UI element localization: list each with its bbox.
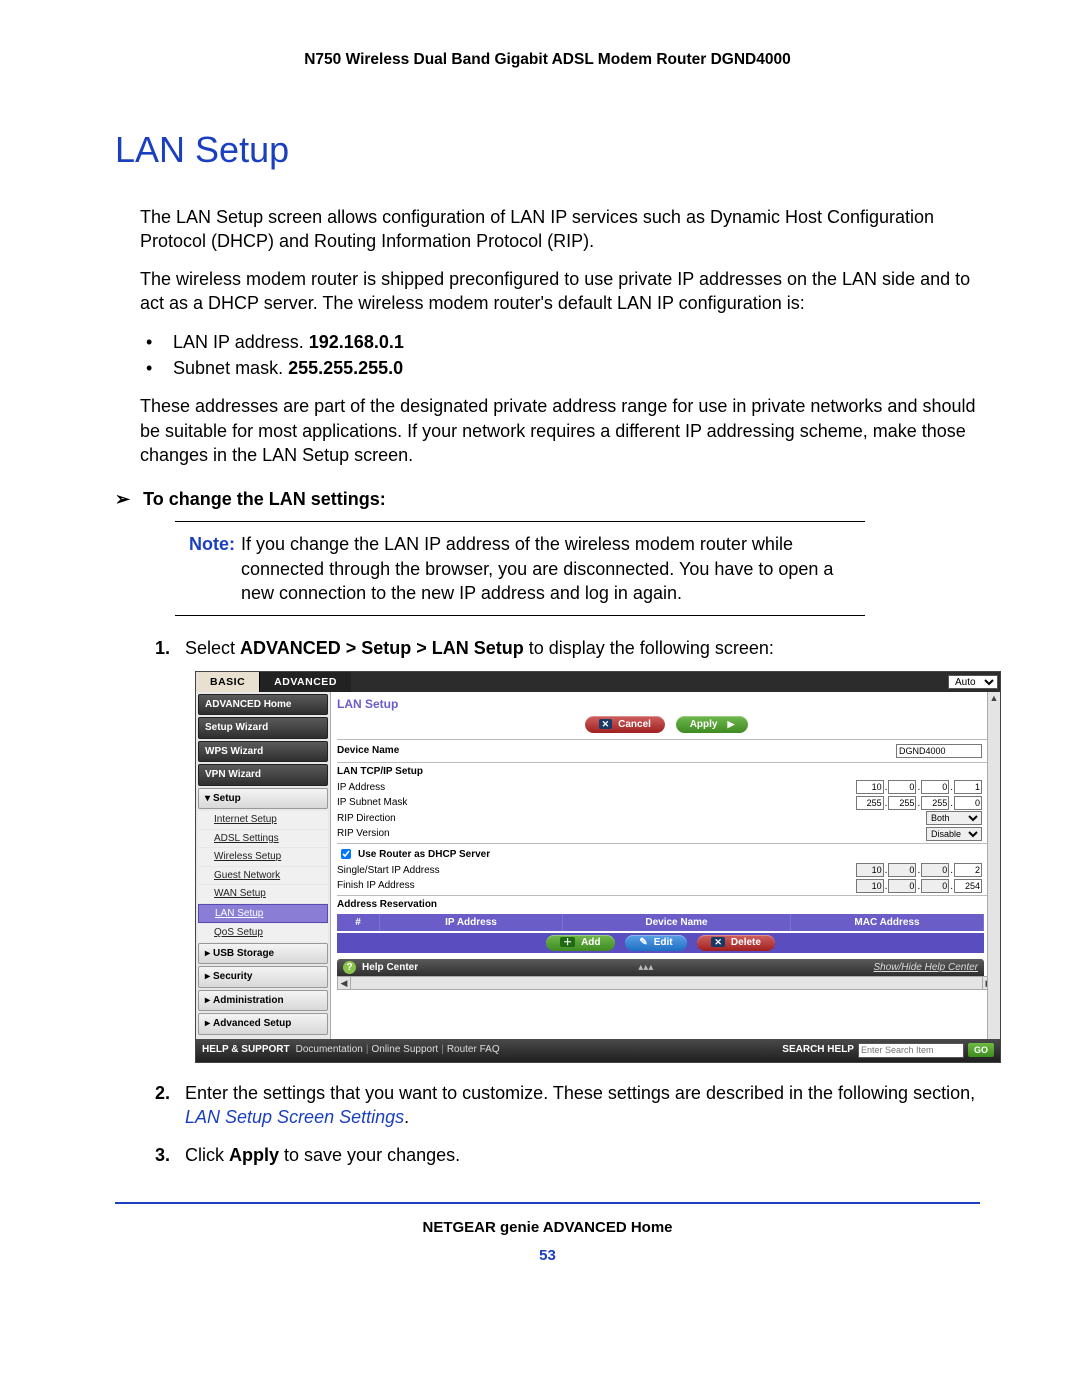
chevron-right-icon: ➢ (115, 489, 138, 509)
nav-path: ADVANCED > Setup > LAN Setup (240, 638, 524, 658)
ip-oct-4[interactable] (954, 780, 982, 794)
go-button[interactable]: GO (968, 1043, 994, 1057)
note-box: Note: If you change the LAN IP address o… (175, 521, 865, 616)
note-label: Note: (175, 532, 241, 605)
cross-ref-link[interactable]: LAN Setup Screen Settings (185, 1107, 404, 1127)
mask-oct-4[interactable] (954, 796, 982, 810)
page-footer: NETGEAR genie ADVANCED Home 53 (115, 1202, 980, 1267)
step-2: Enter the settings that you want to cust… (155, 1081, 980, 1130)
subnet-label: Subnet mask. (173, 358, 288, 378)
start-oct-3 (921, 863, 949, 877)
sb-vpn-wizard[interactable]: VPN Wizard (198, 764, 328, 786)
delete-button[interactable]: ✕Delete (697, 935, 775, 951)
device-name-label: Device Name (337, 744, 637, 758)
finish-ip-label: Finish IP Address (337, 879, 637, 893)
intro-para-3: These addresses are part of the designat… (140, 394, 980, 467)
reserv-table-header: # IP Address Device Name MAC Address (337, 914, 984, 932)
page-number: 53 (115, 1246, 980, 1266)
sb-advanced-home[interactable]: ADVANCED Home (198, 694, 328, 716)
sb-setup[interactable]: ▾Setup (198, 788, 328, 810)
step-1: Select ADVANCED > Setup > LAN Setup to d… (155, 636, 980, 1062)
sidebar: ADVANCED Home Setup Wizard WPS Wizard VP… (196, 692, 330, 1039)
finish-oct-3 (921, 879, 949, 893)
ip-oct-2[interactable] (888, 780, 916, 794)
start-oct-1 (856, 863, 884, 877)
sb-wan-setup[interactable]: WAN Setup (198, 885, 328, 903)
edit-button[interactable]: ✎Edit (625, 935, 686, 951)
help-center-bar[interactable]: ? Help Center ▴▴▴ Show/Hide Help Center (337, 959, 984, 977)
sb-wps-wizard[interactable]: WPS Wizard (198, 741, 328, 763)
doc-header: N750 Wireless Dual Band Gigabit ADSL Mod… (115, 50, 980, 71)
tab-basic[interactable]: BASIC (196, 672, 260, 692)
horizontal-scrollbar[interactable]: ◀▶ (337, 976, 996, 990)
language-select[interactable]: Auto (948, 675, 998, 689)
page-title: LAN Setup (115, 126, 980, 175)
sb-administration[interactable]: ▸Administration (198, 990, 328, 1012)
sb-internet-setup[interactable]: Internet Setup (198, 811, 328, 829)
default-list: • LAN IP address. 192.168.0.1 • Subnet m… (140, 330, 980, 381)
search-help-label: SEARCH HELP (782, 1043, 854, 1057)
step-3: Click Apply to save your changes. (155, 1143, 980, 1167)
help-icon: ? (343, 961, 356, 974)
task-heading: ➢ To change the LAN settings: (115, 487, 980, 511)
mask-oct-2[interactable] (888, 796, 916, 810)
finish-oct-2 (888, 879, 916, 893)
sb-setup-wizard[interactable]: Setup Wizard (198, 717, 328, 739)
main-panel: ▲ LAN Setup ✕Cancel Apply▶ Device Name (330, 692, 1000, 1039)
subnet-value: 255.255.255.0 (288, 358, 403, 378)
add-button[interactable]: ＋Add (546, 935, 614, 951)
lan-ip-label: LAN IP address. (173, 332, 309, 352)
sb-advanced-setup[interactable]: ▸Advanced Setup (198, 1013, 328, 1035)
intro-para-1: The LAN Setup screen allows configuratio… (140, 205, 980, 254)
sb-qos-setup[interactable]: QoS Setup (198, 924, 328, 942)
ip-address-label: IP Address (337, 781, 637, 795)
mask-oct-3[interactable] (921, 796, 949, 810)
panel-title: LAN Setup (337, 696, 996, 712)
dhcp-checkbox[interactable] (341, 849, 351, 859)
lan-tcpip-title: LAN TCP/IP Setup (337, 765, 996, 779)
ip-oct-1[interactable] (856, 780, 884, 794)
bullet-icon: • (140, 356, 168, 380)
sb-adsl-settings[interactable]: ADSL Settings (198, 830, 328, 848)
footer-link-support[interactable]: Online Support (371, 1043, 438, 1057)
finish-oct-1 (856, 879, 884, 893)
footer-link-faq[interactable]: Router FAQ (447, 1043, 500, 1057)
sb-security[interactable]: ▸Security (198, 966, 328, 988)
ui-footer-bar: HELP & SUPPORT Documentation| Online Sup… (196, 1039, 1000, 1062)
rip-direction-label: RIP Direction (337, 812, 637, 826)
sb-usb-storage[interactable]: ▸USB Storage (198, 943, 328, 965)
subnet-mask-label: IP Subnet Mask (337, 796, 637, 810)
router-ui-screenshot: BASIC ADVANCED Auto ADVANCED Home Setup … (195, 671, 1001, 1063)
footer-link-doc[interactable]: Documentation (296, 1043, 363, 1057)
sb-guest-network[interactable]: Guest Network (198, 867, 328, 885)
mask-oct-1[interactable] (856, 796, 884, 810)
lan-ip-value: 192.168.0.1 (309, 332, 404, 352)
device-name-input[interactable] (896, 744, 982, 758)
vertical-scrollbar[interactable]: ▲ (987, 692, 1000, 1039)
start-oct-4[interactable] (954, 863, 982, 877)
ip-oct-3[interactable] (921, 780, 949, 794)
sb-lan-setup[interactable]: LAN Setup (198, 904, 328, 924)
search-help-input[interactable] (858, 1043, 964, 1058)
cancel-button[interactable]: ✕Cancel (585, 716, 665, 734)
start-oct-2 (888, 863, 916, 877)
rip-version-label: RIP Version (337, 827, 637, 841)
finish-oct-4[interactable] (954, 879, 982, 893)
rip-version-select[interactable]: Disable (926, 827, 982, 841)
note-text: If you change the LAN IP address of the … (241, 532, 865, 605)
drag-handle-icon[interactable]: ▴▴▴ (418, 961, 873, 975)
footer-section: NETGEAR genie ADVANCED Home (115, 1218, 980, 1238)
apply-button[interactable]: Apply▶ (676, 716, 749, 734)
dhcp-label: Use Router as DHCP Server (358, 848, 490, 862)
tab-advanced[interactable]: ADVANCED (260, 672, 351, 692)
show-hide-help-link[interactable]: Show/Hide Help Center (874, 961, 979, 975)
help-support-label: HELP & SUPPORT (202, 1043, 290, 1057)
rip-direction-select[interactable]: Both (926, 811, 982, 825)
sb-wireless-setup[interactable]: Wireless Setup (198, 848, 328, 866)
start-ip-label: Single/Start IP Address (337, 864, 637, 878)
bullet-icon: • (140, 330, 168, 354)
addr-reserv-title: Address Reservation (337, 898, 996, 912)
intro-para-2: The wireless modem router is shipped pre… (140, 267, 980, 316)
